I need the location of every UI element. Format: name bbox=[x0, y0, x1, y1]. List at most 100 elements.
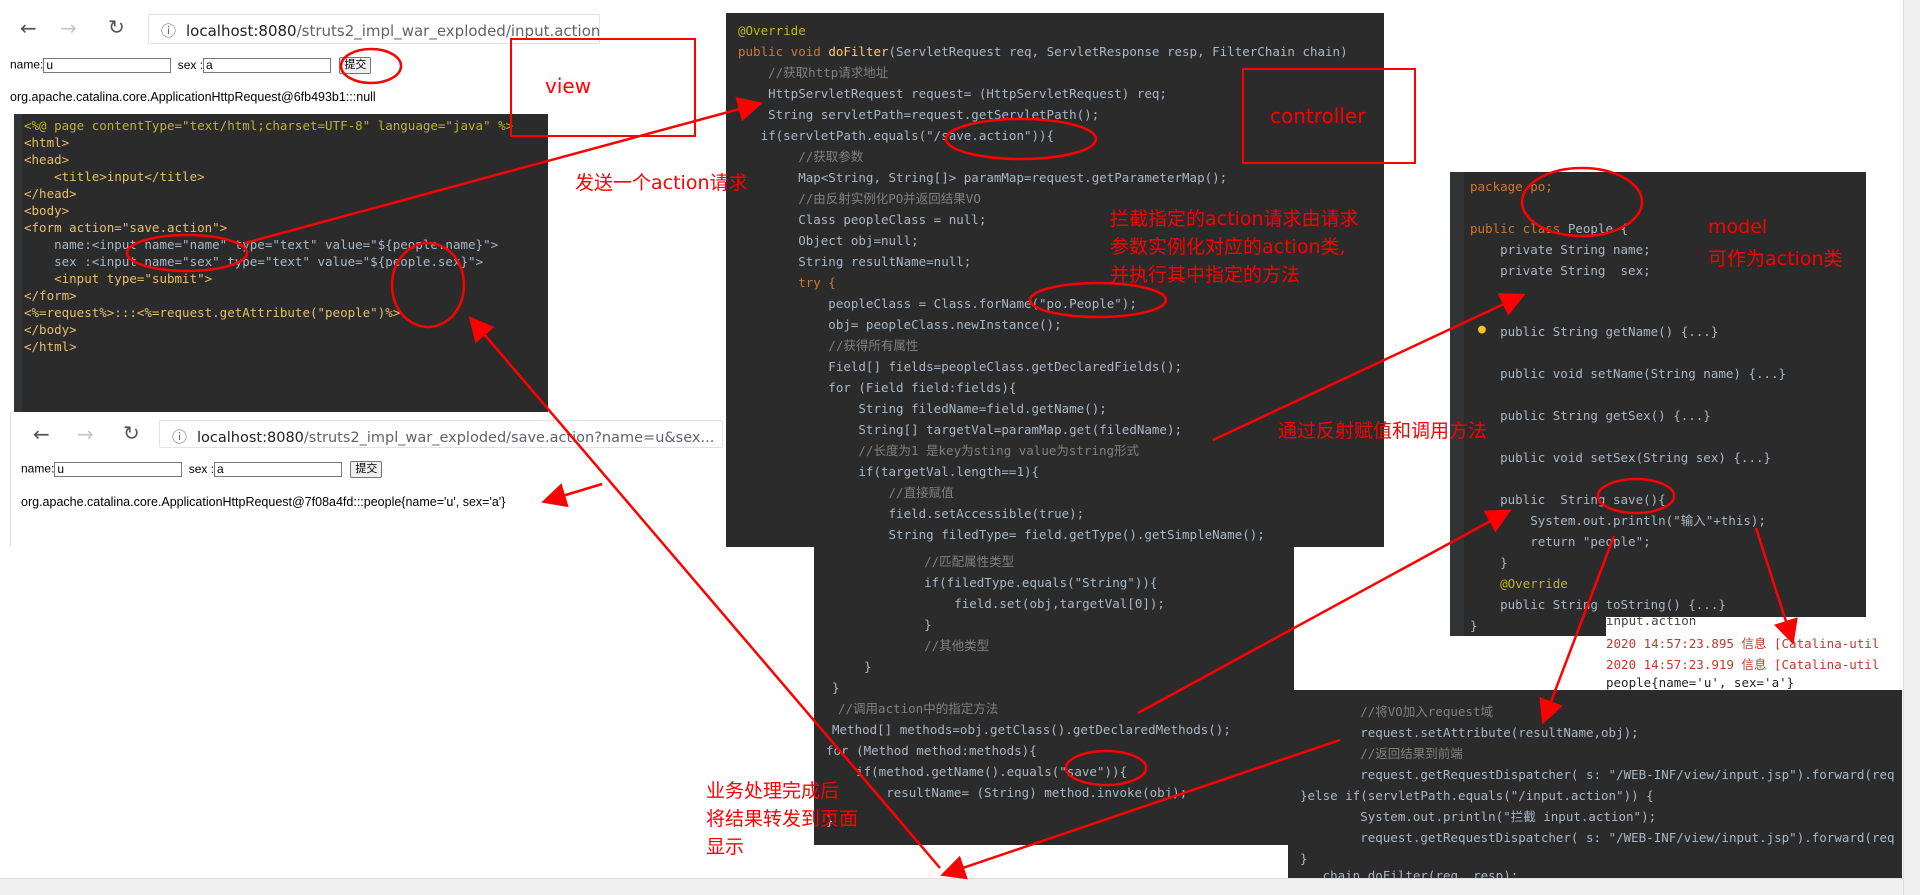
jsp-code-panel: <%@ page contentType="text/html;charset=… bbox=[14, 114, 548, 412]
filter-line: //获得所有属性 bbox=[738, 338, 919, 353]
forward-label-line-2: 将结果转发到页面 bbox=[706, 808, 859, 830]
jsp-line: <%@ page contentType="text/html;charset=… bbox=[24, 118, 514, 133]
dispatch-code-panel: //将VO加入request域 request.setAttribute(res… bbox=[1288, 690, 1902, 878]
people-line: public String getSex() {...} bbox=[1470, 408, 1711, 423]
people-gutter bbox=[1450, 172, 1464, 636]
filter-line: //调用action中的指定方法 bbox=[838, 701, 999, 716]
people-code-panel: package po; public class People { privat… bbox=[1450, 172, 1866, 636]
model-label-line-2: 可作为action类 bbox=[1708, 248, 1843, 270]
filter-line: if(filedType.equals("String")){ bbox=[894, 575, 1158, 590]
filter-line: } bbox=[894, 617, 932, 632]
reload-icon[interactable]: ↻ bbox=[123, 423, 140, 443]
people-line: System.out.println("输入"+this); bbox=[1470, 513, 1766, 528]
filter-line: //其他类型 bbox=[894, 638, 990, 653]
top-sex-input[interactable]: a bbox=[203, 58, 332, 73]
view-label-box bbox=[510, 38, 696, 137]
jsp-line: <input type="submit"> bbox=[24, 271, 213, 286]
jsp-line: sex :<input name="sex" type="text" value… bbox=[24, 254, 484, 269]
filter-line: field.setAccessible(true); bbox=[738, 506, 1085, 521]
intercept-label-line-2: 参数实例化对应的action类, bbox=[1110, 236, 1346, 258]
jsp-line: </html> bbox=[24, 339, 77, 354]
dispatch-line: request.getRequestDispatcher( s: "/WEB-I… bbox=[1300, 767, 1895, 782]
jsp-line: <head> bbox=[24, 152, 70, 167]
filter-line: if(servletPath.equals("/save.action")){ bbox=[738, 128, 1055, 143]
people-line: @Override bbox=[1470, 576, 1568, 591]
jsp-line: <form action="save.action"> bbox=[24, 220, 228, 235]
top-submit-button[interactable]: 提交 bbox=[339, 57, 372, 74]
filter-line: Field[] fields=peopleClass.getDeclaredFi… bbox=[738, 359, 1183, 374]
people-line: package po; bbox=[1470, 179, 1553, 194]
filter-line: String filedType= field.getType().getSim… bbox=[738, 527, 1265, 542]
bottom-form: name: u sex :a 提交 bbox=[21, 461, 383, 478]
info-icon[interactable]: ⓘ bbox=[172, 426, 187, 447]
people-line: } bbox=[1470, 618, 1478, 633]
view-label: view bbox=[545, 74, 592, 98]
filter-line: peopleClass = Class.forName("po.People")… bbox=[738, 296, 1137, 311]
filter-line: //由反射实例化PO并返回结果VO bbox=[738, 191, 981, 206]
filter-line: Map<String, String[]> paramMap=request.g… bbox=[738, 170, 1228, 185]
model-label-line-1: model bbox=[1708, 216, 1768, 238]
reflect-label: 通过反射赋值和调用方法 bbox=[1278, 420, 1488, 442]
jsp-line: </body> bbox=[24, 322, 77, 337]
filter-line: Object obj=null; bbox=[738, 233, 919, 248]
people-line: private String name; bbox=[1470, 242, 1651, 257]
forward-label-line-3: 显示 bbox=[706, 836, 745, 858]
bottom-url-path: /struts2_impl_war_exploded/save.action?n… bbox=[303, 430, 715, 446]
filter-line: for (Method method:methods){ bbox=[826, 743, 1037, 758]
people-line: return "people"; bbox=[1470, 534, 1651, 549]
top-name-input[interactable]: u bbox=[43, 58, 172, 73]
filter-line: if(method.getName().equals("save")){ bbox=[826, 764, 1128, 779]
people-line: public String toString() {...} bbox=[1470, 597, 1726, 612]
forward-arrow-icon[interactable]: → bbox=[77, 424, 94, 444]
jsp-line: </head> bbox=[24, 186, 77, 201]
filter-code-panel-continued: //匹配属性类型 if(filedType.equals("String")){… bbox=[814, 547, 1294, 845]
filter-line: String resultName=null; bbox=[738, 254, 972, 269]
jsp-line: <%=request%>:::<%=request.getAttribute("… bbox=[24, 305, 401, 320]
people-line: } bbox=[1470, 555, 1508, 570]
bottom-address-bar[interactable]: ⓘ localhost:8080/struts2_impl_war_explode… bbox=[159, 420, 723, 448]
top-url-host: localhost:8080 bbox=[186, 22, 297, 40]
filter-line: Method[] methods=obj.getClass().getDecla… bbox=[832, 722, 1231, 737]
filter-line: //长度为1 是key为sting value为string形式 bbox=[738, 443, 1140, 458]
bottom-browser-window: ← → ↻ ⓘ localhost:8080/struts2_impl_war_e… bbox=[10, 412, 723, 546]
dispatch-line: request.getRequestDispatcher( s: "/WEB-I… bbox=[1300, 830, 1895, 845]
jsp-line: </form> bbox=[24, 288, 77, 303]
filter-line: //直接赋值 bbox=[738, 485, 954, 500]
info-icon[interactable]: ⓘ bbox=[161, 20, 176, 41]
filter-line: } bbox=[864, 659, 872, 674]
filter-line: @Override bbox=[738, 23, 806, 38]
bottom-url-host: localhost:8080 bbox=[197, 430, 304, 446]
filter-line: field.set(obj,targetVal[0]); bbox=[894, 596, 1165, 611]
people-line: public void setSex(String sex) {...} bbox=[1470, 450, 1772, 465]
back-arrow-icon[interactable]: ← bbox=[33, 424, 50, 444]
forward-arrow-icon[interactable]: → bbox=[60, 18, 77, 38]
bottom-browser-toolbar: ← → ↻ ⓘ localhost:8080/struts2_impl_war_e… bbox=[11, 412, 723, 454]
jsp-gutter bbox=[14, 114, 22, 412]
bottom-request-output: org.apache.catalina.core.ApplicationHttp… bbox=[21, 495, 506, 509]
dispatch-line: request.setAttribute(resultName,obj); bbox=[1300, 725, 1639, 740]
filter-line: for (Field field:fields){ bbox=[738, 380, 1017, 395]
send-action-label: 发送一个action请求 bbox=[575, 172, 748, 194]
console-line: input.action bbox=[1606, 613, 1697, 628]
dispatch-line: //将VO加入request域 bbox=[1300, 704, 1493, 719]
bottom-submit-button[interactable]: 提交 bbox=[350, 461, 383, 478]
console-output-panel: input.action 2020 14:57:23.895 信息 [Catal… bbox=[1606, 613, 1902, 695]
people-line: public String getName() {...} bbox=[1470, 324, 1719, 339]
top-request-output: org.apache.catalina.core.ApplicationHttp… bbox=[10, 90, 376, 104]
vertical-scrollbar[interactable] bbox=[1903, 0, 1920, 895]
horizontal-scrollbar[interactable] bbox=[0, 878, 1920, 895]
filter-line: //匹配属性类型 bbox=[894, 554, 1015, 569]
dispatch-line: }else if(servletPath.equals("/input.acti… bbox=[1300, 788, 1654, 803]
people-line: public void setName(String name) {...} bbox=[1470, 366, 1787, 381]
intercept-label-line-1: 拦截指定的action请求由请求 bbox=[1110, 208, 1359, 230]
back-arrow-icon[interactable]: ← bbox=[20, 18, 37, 38]
reload-icon[interactable]: ↻ bbox=[108, 17, 125, 37]
dispatch-line: } bbox=[1300, 851, 1308, 866]
bottom-name-input[interactable]: u bbox=[54, 462, 183, 477]
bottom-sex-label: sex : bbox=[188, 461, 215, 476]
forward-label-line-1: 业务处理完成后 bbox=[706, 780, 840, 802]
filter-line: //获取参数 bbox=[738, 149, 864, 164]
bottom-sex-input[interactable]: a bbox=[214, 462, 343, 477]
people-line: public class People { bbox=[1470, 221, 1629, 236]
dispatch-line: chain.doFilter(req, resp); bbox=[1300, 868, 1519, 878]
